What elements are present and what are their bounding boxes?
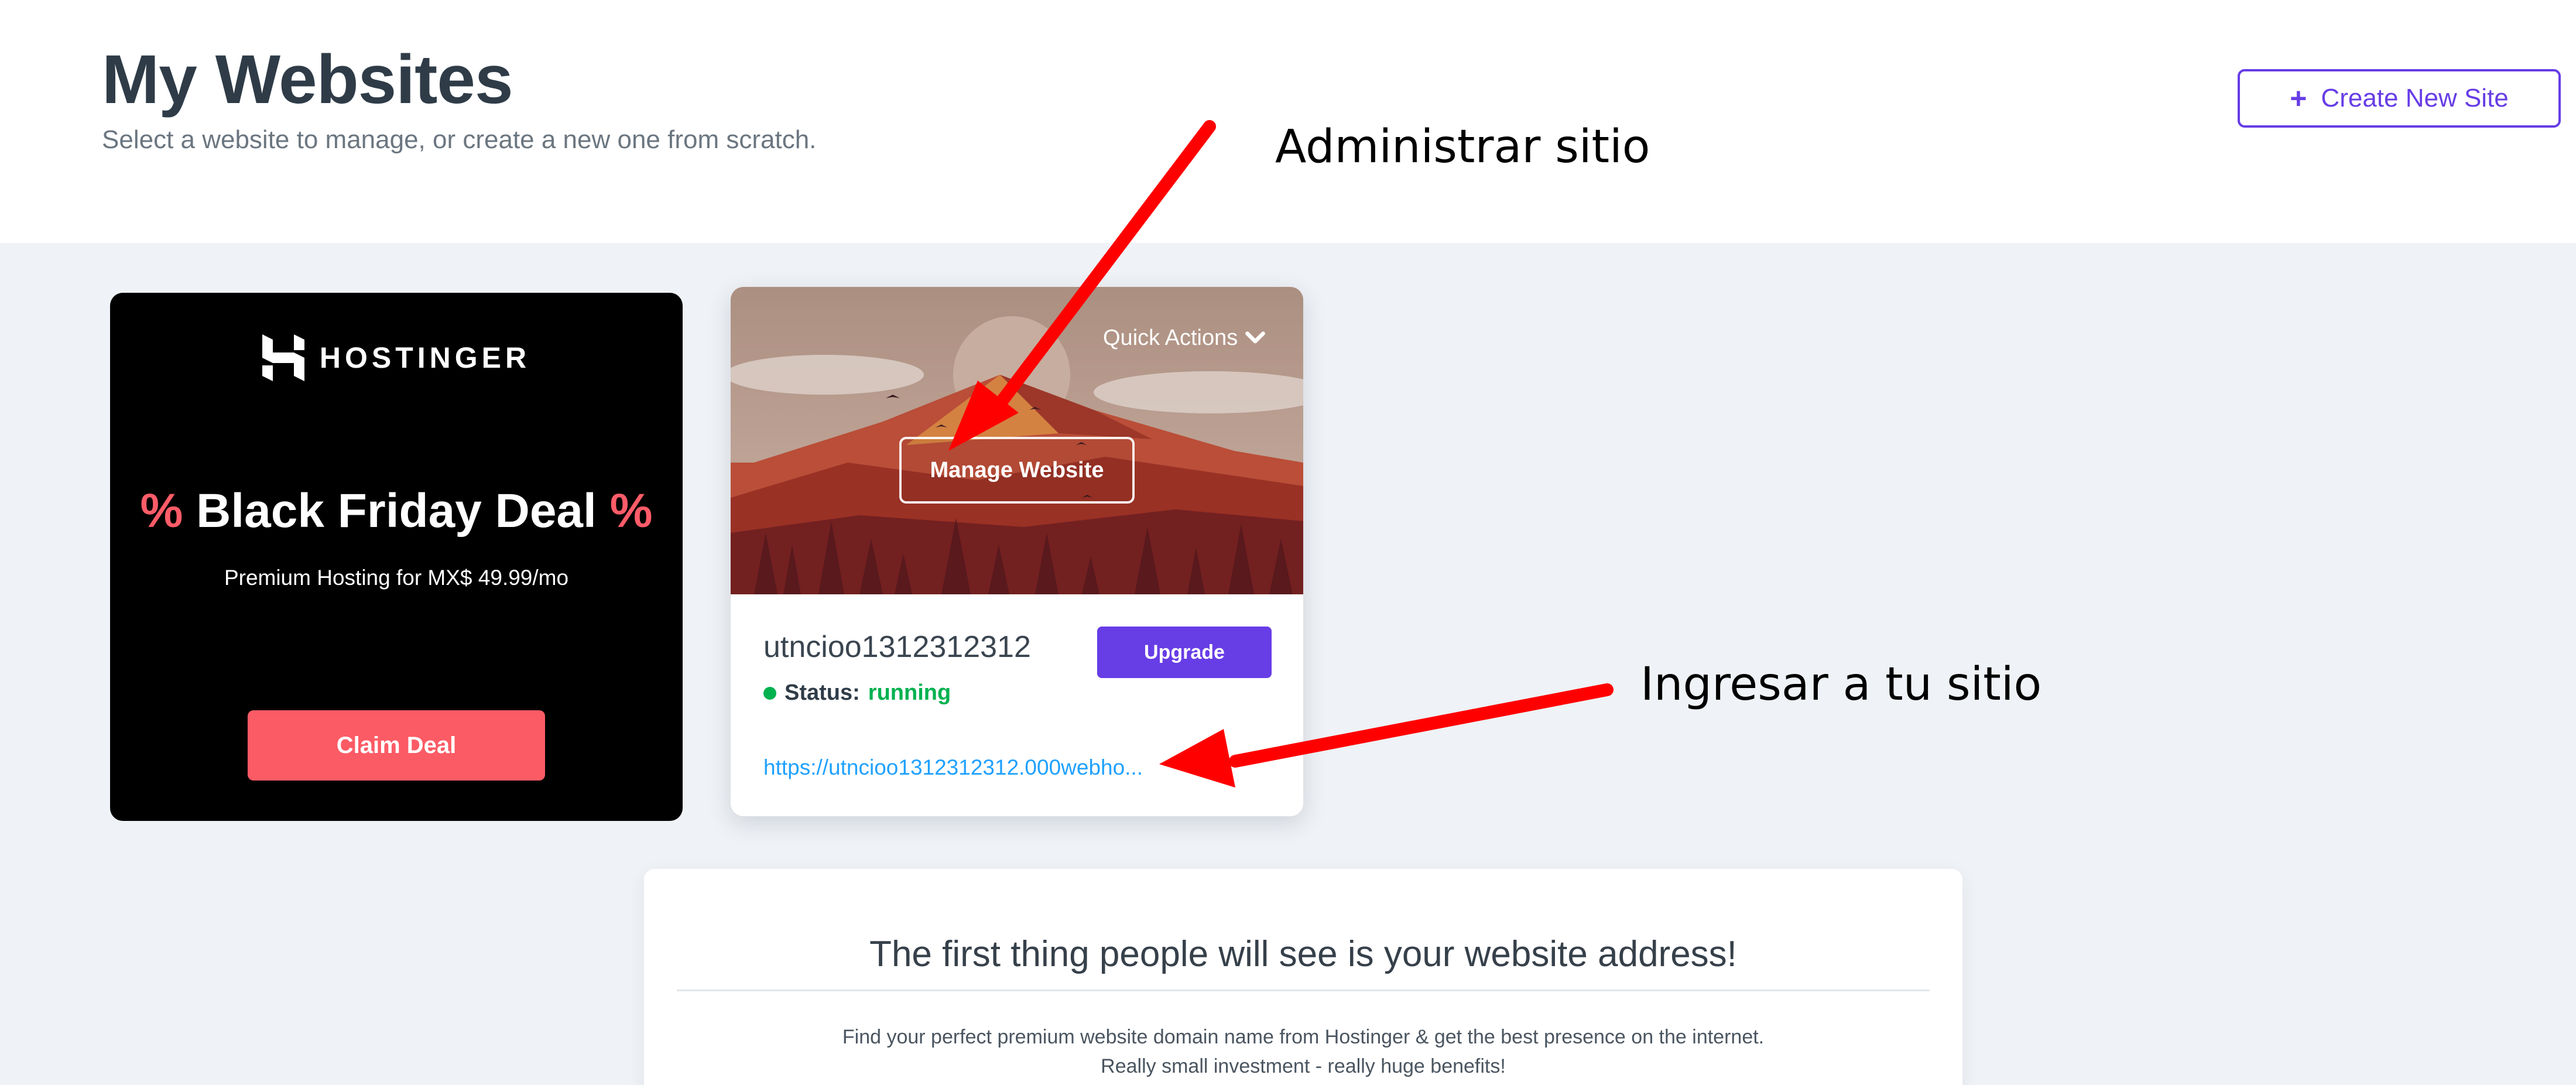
manage-website-button[interactable]: Manage Website — [899, 437, 1135, 504]
status-value: running — [868, 680, 951, 705]
claim-deal-button[interactable]: Claim Deal — [248, 710, 545, 781]
site-status: Status: running — [763, 680, 951, 706]
page-subtitle: Select a website to manage, or create a … — [102, 125, 817, 154]
website-card: Quick Actions Manage Website utncioo1312… — [731, 287, 1303, 816]
annotation-manage-site: Administrar sitio — [1275, 121, 1650, 173]
hostinger-logo: HOSTINGER — [110, 331, 683, 384]
site-name: utncioo1312312312 — [763, 630, 1031, 664]
promo-title: % Black Friday Deal % — [110, 484, 683, 539]
percent-icon-left: % — [140, 484, 183, 538]
page-title: My Websites — [102, 41, 513, 118]
upgrade-button[interactable]: Upgrade — [1097, 627, 1272, 678]
hostinger-logo-icon — [262, 334, 304, 381]
status-label: Status: — [785, 680, 860, 705]
divider — [677, 990, 1930, 991]
create-new-site-button[interactable]: + Create New Site — [2238, 69, 2561, 128]
annotation-visit-site: Ingresar a tu sitio — [1640, 658, 2042, 711]
chevron-down-icon — [1245, 331, 1266, 344]
quick-actions-label: Quick Actions — [1103, 325, 1238, 350]
plus-icon: + — [2290, 82, 2307, 115]
black-friday-promo-card: HOSTINGER % Black Friday Deal % Premium … — [110, 293, 683, 821]
create-new-site-label: Create New Site — [2321, 84, 2509, 112]
quick-actions-dropdown[interactable]: Quick Actions — [1103, 317, 1266, 358]
domain-promo-card: The first thing people will see is your … — [644, 869, 1962, 1085]
hostinger-logo-text: HOSTINGER — [319, 341, 531, 374]
status-dot-icon — [763, 686, 776, 700]
promo-title-text: Black Friday Deal — [196, 484, 597, 538]
promo-subtitle: Premium Hosting for MX$ 49.99/mo — [224, 566, 569, 590]
site-url-link[interactable]: https://utncioo1312312312.000webho... — [763, 755, 1143, 780]
percent-icon-right: % — [609, 484, 653, 538]
domain-promo-title: The first thing people will see is your … — [869, 934, 1737, 974]
domain-promo-description: Find your perfect premium website domain… — [842, 1026, 1765, 1077]
